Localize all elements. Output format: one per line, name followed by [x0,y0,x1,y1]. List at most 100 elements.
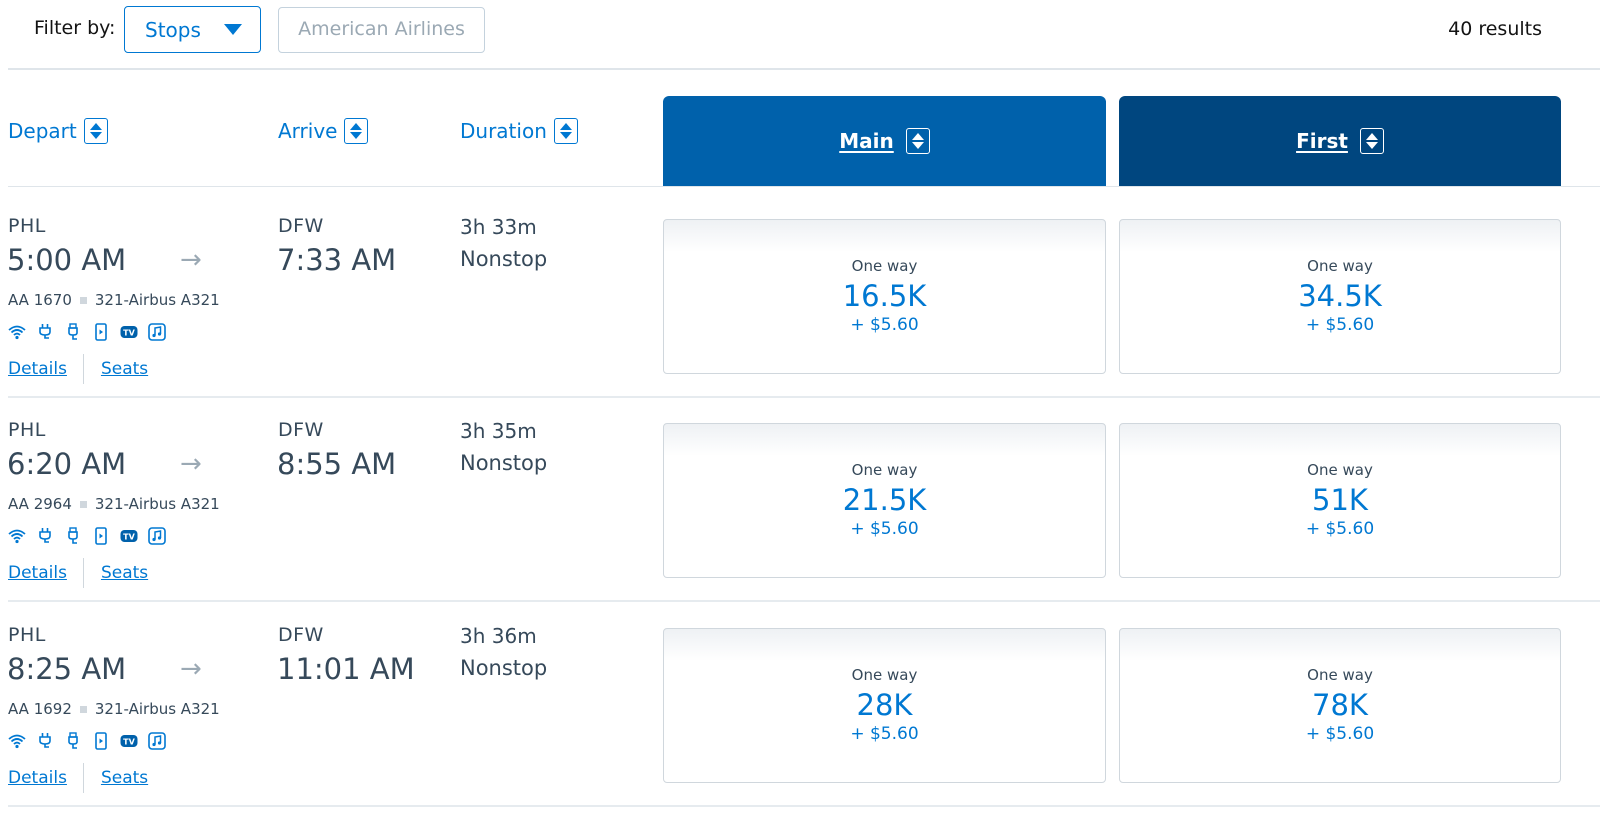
destination-airport: DFW [278,624,324,646]
flight-links: Details Seats [8,350,148,388]
first-fare-button[interactable]: One way 34.5K + $5.60 [1119,219,1561,374]
main-cabin-header[interactable]: Main [663,96,1106,186]
fare-miles: 51K [1312,483,1368,517]
power-outlet-icon[interactable] [36,732,54,750]
fare-miles: 78K [1312,688,1368,722]
flight-row: PHL 8:25 AM → DFW 11:01 AM 3h 36m Nonsto… [0,602,1600,807]
amenities-list: TV [8,732,166,750]
seats-link[interactable]: Seats [101,359,148,379]
link-separator [82,558,84,588]
fare-taxes: + $5.60 [850,724,919,744]
usb-icon[interactable] [64,732,82,750]
tv-icon[interactable]: TV [120,732,138,750]
fare-miles: 28K [856,688,913,722]
main-fare-button[interactable]: One way 28K + $5.60 [663,628,1106,783]
sort-depart-header[interactable]: Depart [8,118,108,144]
depart-header-label: Depart [8,119,77,143]
results-count: 40 results [1448,18,1542,40]
power-outlet-icon[interactable] [36,527,54,545]
sort-icon[interactable] [553,118,578,144]
arrow-right-icon: → [180,449,202,479]
flight-links: Details Seats [8,759,148,797]
wifi-icon[interactable] [8,732,26,750]
sort-arrive-header[interactable]: Arrive [278,118,369,144]
stops-filter-select[interactable]: Stops [124,6,261,53]
aircraft-type: 321-Airbus A321 [94,700,220,718]
seats-link[interactable]: Seats [101,768,148,788]
sort-icon[interactable] [344,118,369,144]
streaming-device-icon[interactable] [92,732,110,750]
origin-airport: PHL [8,419,46,441]
sort-icon[interactable] [1359,128,1384,154]
music-icon[interactable] [148,323,166,341]
fare-taxes: + $5.60 [1305,315,1375,335]
caret-down-icon [224,24,242,35]
filter-bar: Filter by: Stops American Airlines 40 re… [8,0,1600,70]
tv-label: TV [123,738,135,747]
destination-airport: DFW [278,419,324,441]
aircraft-type: 321-Airbus A321 [94,495,220,513]
main-cabin-label[interactable]: Main [839,129,894,153]
usb-icon[interactable] [64,527,82,545]
main-fare-button[interactable]: One way 16.5K + $5.60 [663,219,1106,374]
streaming-device-icon[interactable] [92,527,110,545]
flight-info: AA 1692 321-Airbus A321 [8,700,220,718]
origin-airport: PHL [8,624,46,646]
aircraft-type: 321-Airbus A321 [94,291,220,309]
header-divider [8,186,1600,187]
depart-time: 5:00 AM [7,243,127,277]
fare-taxes: + $5.60 [1305,519,1375,539]
usb-icon[interactable] [64,323,82,341]
arrive-time: 7:33 AM [277,243,397,277]
seats-link[interactable]: Seats [101,563,148,583]
streaming-device-icon[interactable] [92,323,110,341]
music-icon[interactable] [148,527,166,545]
link-separator [82,354,84,384]
sort-icon[interactable] [905,128,930,154]
first-fare-button[interactable]: One way 78K + $5.60 [1119,628,1561,783]
tv-icon[interactable]: TV [120,323,138,341]
tv-icon[interactable]: TV [120,527,138,545]
flight-row: PHL 6:20 AM → DFW 8:55 AM 3h 35m Nonstop… [0,397,1600,602]
sort-duration-header[interactable]: Duration [460,118,578,144]
flight-info: AA 1670 321-Airbus A321 [8,291,220,309]
arrow-right-icon: → [180,654,202,684]
link-separator [82,763,84,793]
fare-type: One way [851,461,918,479]
sort-icon[interactable] [83,118,108,144]
wifi-icon[interactable] [8,527,26,545]
flight-number: AA 1692 [8,700,72,718]
fare-miles: 16.5K [842,279,927,313]
details-link[interactable]: Details [8,359,67,379]
airline-filter-button[interactable]: American Airlines [278,7,485,53]
separator [79,296,87,304]
stops-filter-value: Stops [145,18,201,42]
depart-time: 8:25 AM [7,652,127,686]
separator [79,705,87,713]
separator [79,500,87,508]
first-cabin-label[interactable]: First [1296,129,1348,153]
details-link[interactable]: Details [8,563,67,583]
flight-row: PHL 5:00 AM → DFW 7:33 AM 3h 33m Nonstop… [0,193,1600,398]
main-fare-button[interactable]: One way 21.5K + $5.60 [663,423,1106,578]
row-divider [8,805,1600,807]
details-link[interactable]: Details [8,768,67,788]
flight-duration: 3h 35m [460,419,537,443]
first-fare-button[interactable]: One way 51K + $5.60 [1119,423,1561,578]
fare-taxes: + $5.60 [850,519,919,539]
wifi-icon[interactable] [8,323,26,341]
fare-taxes: + $5.60 [1305,724,1375,744]
depart-time: 6:20 AM [7,447,127,481]
power-outlet-icon[interactable] [36,323,54,341]
flight-duration: 3h 36m [460,624,537,648]
music-icon[interactable] [148,732,166,750]
flight-info: AA 2964 321-Airbus A321 [8,495,220,513]
fare-type: One way [1307,666,1373,684]
stops-info: Nonstop [460,451,548,475]
flight-number: AA 2964 [8,495,72,513]
flight-duration: 3h 33m [460,215,537,239]
arrive-header-label: Arrive [278,119,338,143]
fare-type: One way [1307,461,1373,479]
fare-type: One way [1307,257,1373,275]
first-cabin-header[interactable]: First [1119,96,1561,186]
